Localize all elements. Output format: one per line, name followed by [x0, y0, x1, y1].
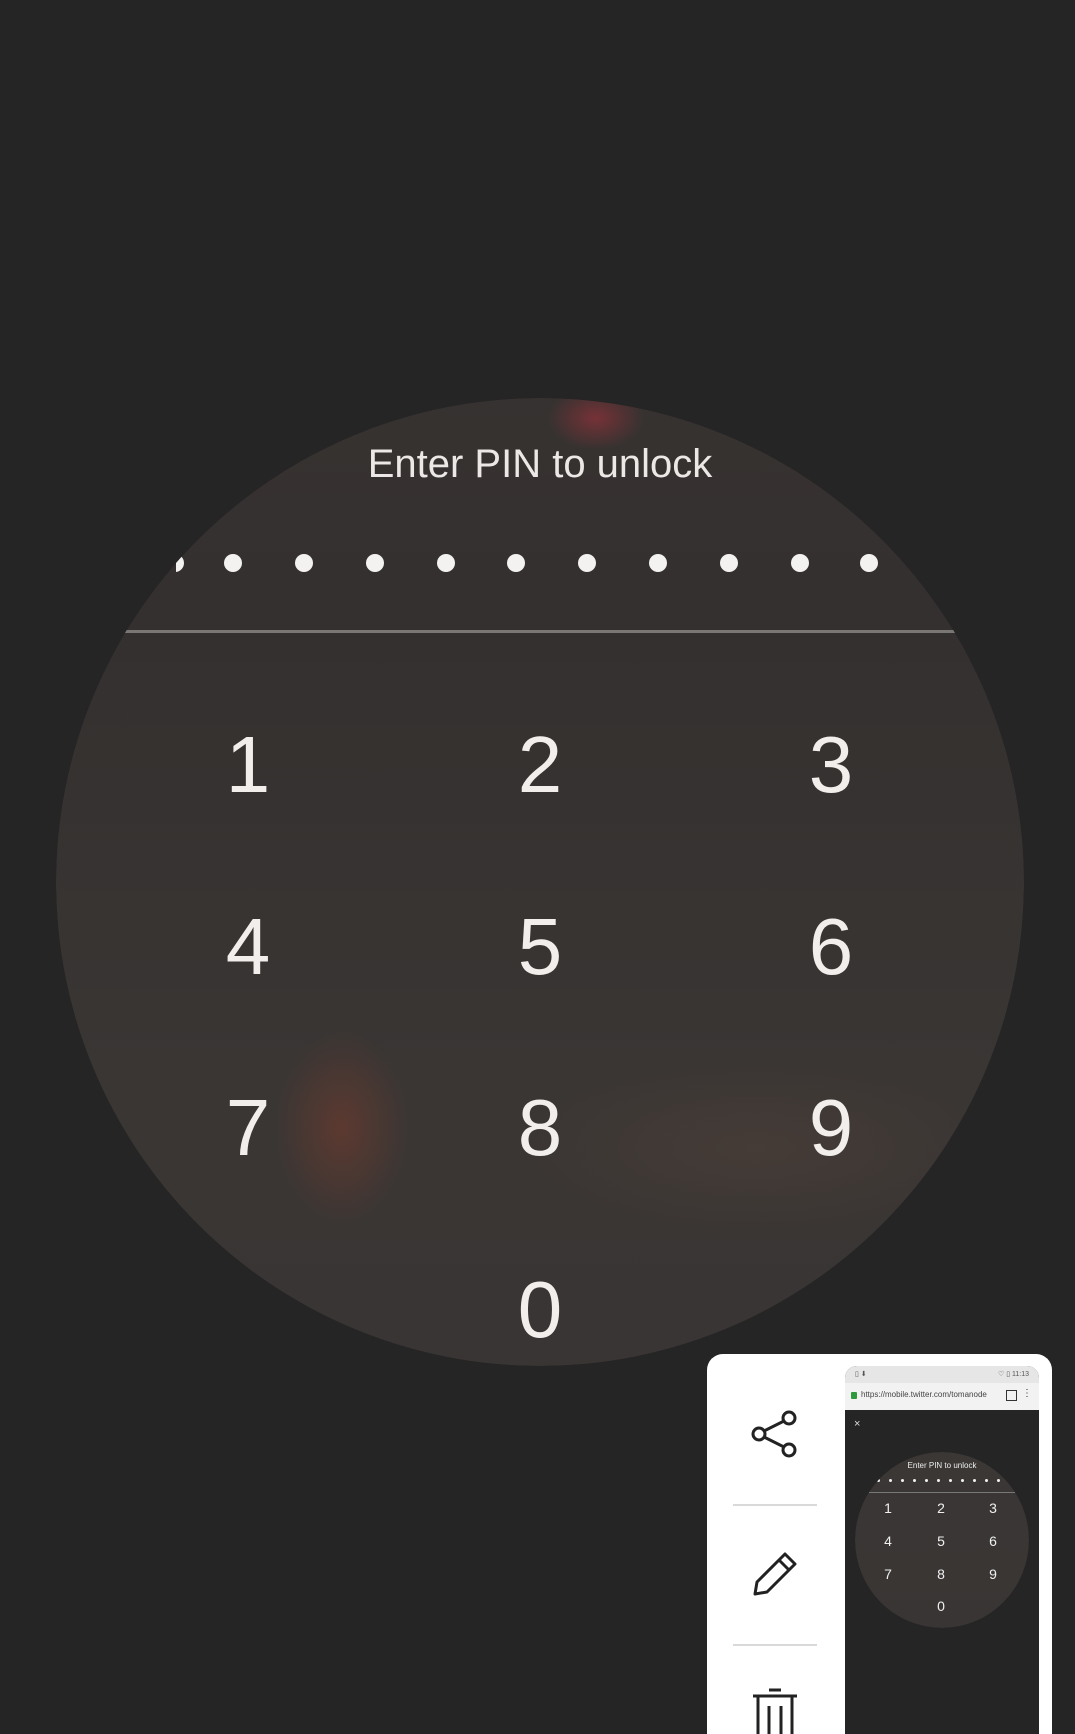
- pin-dot: [366, 554, 384, 572]
- thumb-pin-dot: [973, 1479, 976, 1482]
- pin-dot: [578, 554, 596, 572]
- thumb-key-1: 1: [873, 1498, 903, 1518]
- thumb-pin-dot: [961, 1479, 964, 1482]
- thumb-pin-dot: [937, 1479, 940, 1482]
- keypad-key-7[interactable]: 7: [178, 1073, 318, 1183]
- pin-lock-circle: Enter PIN to unlock 1 2 3 4 5 6 7 8 9 0: [56, 398, 1024, 1366]
- pin-dot: [176, 554, 184, 572]
- thumb-key-0: 0: [926, 1596, 956, 1616]
- thumb-close-icon: ×: [854, 1418, 860, 1430]
- thumb-address-bar: https://mobile.twitter.com/tomanode ⋮: [845, 1383, 1039, 1410]
- pin-prompt-title: Enter PIN to unlock: [56, 442, 1024, 487]
- thumb-key-6: 6: [978, 1531, 1008, 1551]
- pin-entry-dots: [176, 548, 904, 578]
- keypad-key-3[interactable]: 3: [761, 710, 901, 820]
- thumb-pin-dot: [901, 1479, 904, 1482]
- thumb-key-3: 3: [978, 1498, 1008, 1518]
- pin-dot: [860, 554, 878, 572]
- thumb-pin-dot: [949, 1479, 952, 1482]
- thumb-pin-dot: [889, 1479, 892, 1482]
- keypad-key-5[interactable]: 5: [470, 892, 610, 1002]
- thumb-key-8: 8: [926, 1564, 956, 1584]
- thumb-pin-dot: [997, 1479, 1000, 1482]
- thumb-pin-dot: [913, 1479, 916, 1482]
- screenshot-preview-panel: ▯ ⬇ ♡ ▯ 11:13 https://mobile.twitter.com…: [707, 1354, 1052, 1734]
- share-button[interactable]: [733, 1394, 817, 1478]
- thumb-key-5: 5: [926, 1531, 956, 1551]
- thumb-status-left: ▯ ⬇: [855, 1366, 867, 1383]
- thumb-key-2: 2: [926, 1498, 956, 1518]
- thumb-status-right: ♡ ▯ 11:13: [998, 1366, 1029, 1383]
- thumb-pin-dots: [875, 1478, 1009, 1484]
- pin-dot: [507, 554, 525, 572]
- pin-dot: [791, 554, 809, 572]
- pin-divider: [124, 630, 956, 633]
- screenshot-thumbnail[interactable]: ▯ ⬇ ♡ ▯ 11:13 https://mobile.twitter.com…: [845, 1366, 1039, 1734]
- pencil-icon: [747, 1546, 803, 1607]
- thumb-pin-title: Enter PIN to unlock: [855, 1461, 1029, 1470]
- thumb-divider: [869, 1492, 1015, 1493]
- action-divider: [733, 1644, 817, 1646]
- action-divider: [733, 1504, 817, 1506]
- tabs-icon: [1006, 1390, 1017, 1401]
- share-icon: [747, 1406, 803, 1467]
- thumb-pin-dot: [877, 1479, 880, 1482]
- lock-icon: [851, 1392, 857, 1399]
- pin-dot: [295, 554, 313, 572]
- thumb-key-7: 7: [873, 1564, 903, 1584]
- background-photo: [56, 398, 1024, 1366]
- keypad-key-8[interactable]: 8: [470, 1073, 610, 1183]
- keypad-key-1[interactable]: 1: [178, 710, 318, 820]
- menu-icon: ⋮: [1022, 1388, 1032, 1399]
- thumb-status-bar: ▯ ⬇ ♡ ▯ 11:13: [845, 1366, 1039, 1383]
- thumb-pin-circle: Enter PIN to unlock 1 2 3 4 5 6 7: [855, 1452, 1029, 1628]
- thumb-pin-dot: [985, 1479, 988, 1482]
- delete-button[interactable]: [733, 1672, 817, 1734]
- pin-dot: [224, 554, 242, 572]
- pin-dot: [720, 554, 738, 572]
- keypad-key-4[interactable]: 4: [178, 892, 318, 1002]
- keypad-key-2[interactable]: 2: [470, 710, 610, 820]
- trash-icon: [747, 1684, 803, 1734]
- pin-dot: [437, 554, 455, 572]
- thumb-url: https://mobile.twitter.com/tomanode: [861, 1390, 1001, 1399]
- thumb-key-9: 9: [978, 1564, 1008, 1584]
- thumb-pin-dot: [925, 1479, 928, 1482]
- keypad-key-0[interactable]: 0: [470, 1255, 610, 1365]
- edit-button[interactable]: [733, 1534, 817, 1618]
- keypad-key-6[interactable]: 6: [761, 892, 901, 1002]
- thumb-key-4: 4: [873, 1531, 903, 1551]
- pin-dot: [649, 554, 667, 572]
- keypad-key-9[interactable]: 9: [761, 1073, 901, 1183]
